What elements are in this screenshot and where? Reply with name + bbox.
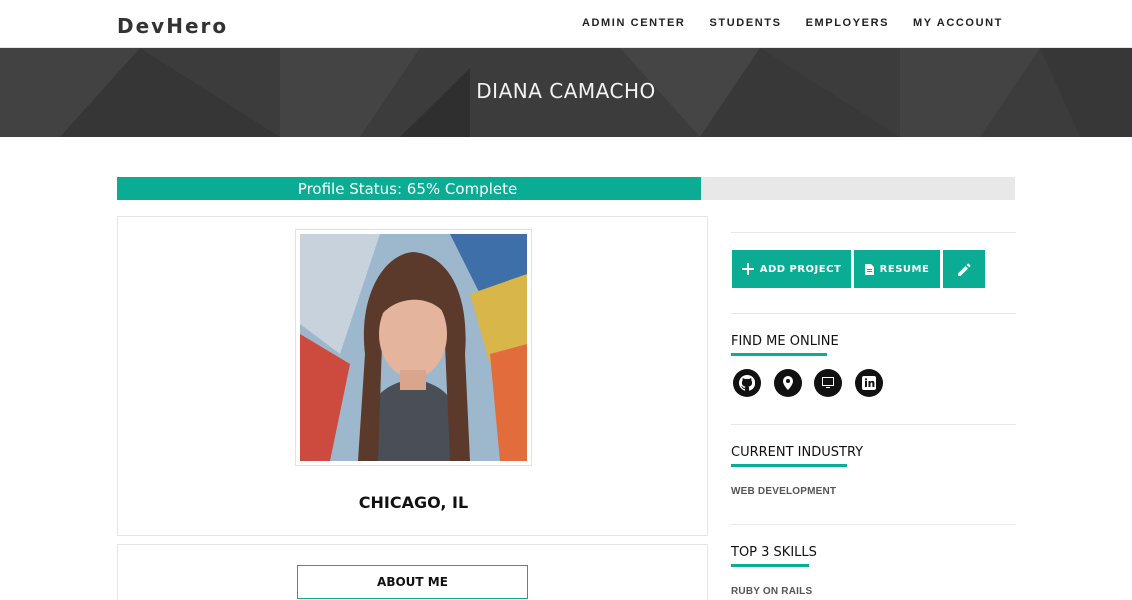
top-skills-underline: [731, 564, 809, 567]
brand-logo[interactable]: DevHero: [117, 14, 228, 38]
profile-status-bar: Profile Status: 65% Complete: [117, 177, 1015, 200]
find-me-online-underline: [731, 353, 827, 356]
add-project-button[interactable]: ADD PROJECT: [732, 250, 851, 288]
profile-photo-frame: [295, 229, 532, 466]
resume-label: RESUME: [879, 263, 930, 275]
profile-status-label: Profile Status: 65% Complete: [297, 180, 518, 198]
divider: [731, 313, 1016, 314]
nav-links: ADMIN CENTER STUDENTS EMPLOYERS MY ACCOU…: [582, 17, 1003, 29]
current-industry-title: CURRENT INDUSTRY: [731, 445, 864, 460]
pencil-icon: [957, 262, 971, 276]
monitor-icon[interactable]: [814, 369, 842, 397]
top-nav: DevHero ADMIN CENTER STUDENTS EMPLOYERS …: [0, 0, 1132, 48]
resume-button[interactable]: RESUME: [854, 250, 940, 288]
top-skills-title: TOP 3 SKILLS: [731, 545, 817, 560]
location-pin-icon[interactable]: [774, 369, 802, 397]
divider: [731, 232, 1016, 233]
document-icon: [864, 263, 874, 275]
about-card: ABOUT ME: [117, 544, 708, 600]
github-icon[interactable]: [733, 369, 761, 397]
nav-employers[interactable]: EMPLOYERS: [806, 17, 889, 29]
profile-location: CHICAGO, IL: [358, 493, 469, 512]
current-industry-value: WEB DEVELOPMENT: [731, 486, 837, 497]
profile-name: DIANA CAMACHO: [476, 79, 656, 103]
current-industry-underline: [731, 464, 847, 467]
divider: [731, 524, 1016, 525]
nav-my-account[interactable]: MY ACCOUNT: [913, 17, 1003, 29]
linkedin-icon[interactable]: [855, 369, 883, 397]
skill-item: RUBY ON RAILS: [731, 586, 813, 597]
profile-card: CHICAGO, IL: [117, 216, 708, 536]
profile-banner: DIANA CAMACHO: [0, 48, 1132, 137]
divider: [731, 424, 1016, 425]
edit-profile-button[interactable]: [943, 250, 985, 288]
profile-photo: [300, 234, 527, 461]
about-me-button[interactable]: ABOUT ME: [297, 565, 528, 599]
nav-admin-center[interactable]: ADMIN CENTER: [582, 17, 686, 29]
nav-students[interactable]: STUDENTS: [709, 17, 781, 29]
add-project-label: ADD PROJECT: [759, 263, 842, 275]
find-me-online-title: FIND ME ONLINE: [731, 334, 839, 349]
plus-icon: [741, 263, 754, 275]
